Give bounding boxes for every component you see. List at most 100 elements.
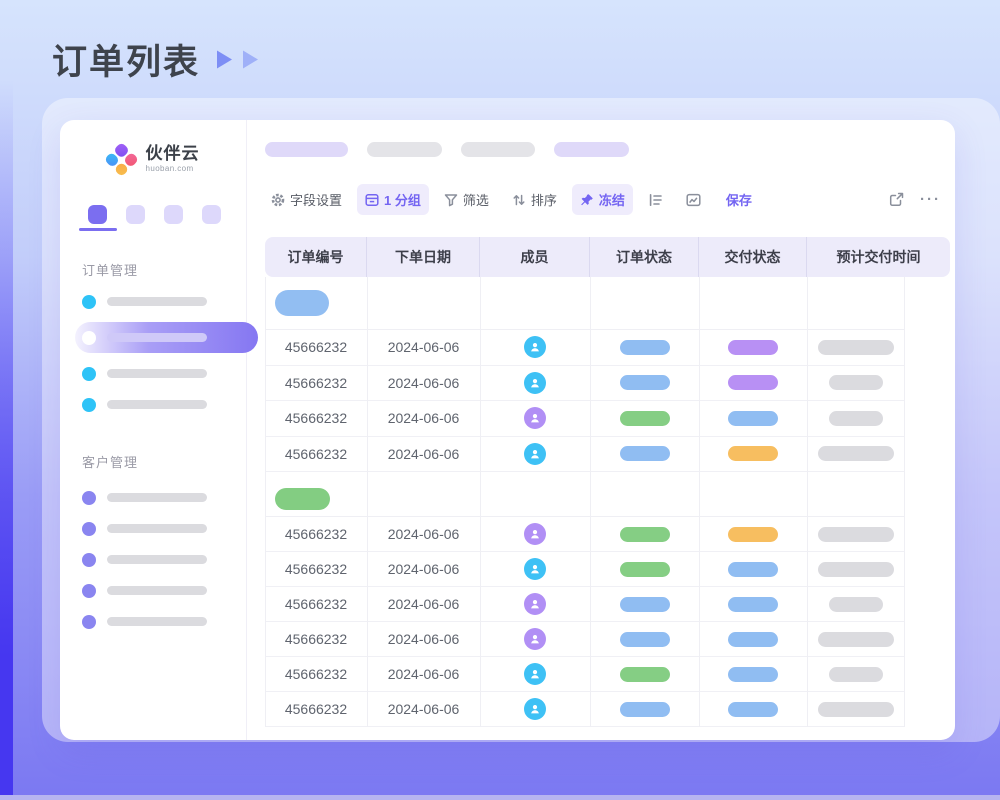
eta-skeleton bbox=[829, 411, 883, 426]
skeleton-text bbox=[107, 617, 207, 626]
column-divider bbox=[904, 277, 905, 727]
table-body: 45666232 2024-06-06 45666232 2024-06-06 bbox=[265, 277, 905, 727]
person-icon bbox=[529, 598, 541, 610]
group-header-row[interactable] bbox=[265, 277, 905, 330]
filter-button[interactable]: 筛选 bbox=[436, 184, 497, 215]
table-row[interactable]: 45666232 2024-06-06 bbox=[265, 401, 905, 437]
order-date-cell: 2024-06-06 bbox=[367, 561, 480, 577]
table-row[interactable]: 45666232 2024-06-06 bbox=[265, 692, 905, 727]
table-row[interactable]: 45666232 2024-06-06 bbox=[265, 587, 905, 622]
bullet-dot bbox=[82, 553, 96, 567]
column-header[interactable]: 成员 bbox=[480, 237, 590, 277]
sidebar-item[interactable] bbox=[60, 575, 246, 606]
column-header[interactable]: 订单编号 bbox=[265, 237, 367, 277]
table-row[interactable]: 45666232 2024-06-06 bbox=[265, 552, 905, 587]
skeleton-text bbox=[107, 369, 207, 378]
table-row[interactable]: 45666232 2024-06-06 bbox=[265, 330, 905, 366]
person-icon bbox=[529, 563, 541, 575]
delivery-status-pill bbox=[728, 375, 778, 390]
person-icon bbox=[529, 412, 541, 424]
more-button[interactable]: ··· bbox=[920, 191, 941, 208]
member-avatar bbox=[524, 628, 546, 650]
column-header[interactable]: 交付状态 bbox=[699, 237, 807, 277]
sidebar-item[interactable] bbox=[60, 513, 246, 544]
delivery-status-pill bbox=[728, 667, 778, 682]
eta-skeleton bbox=[818, 446, 894, 461]
member-avatar bbox=[524, 443, 546, 465]
view-tab[interactable] bbox=[164, 205, 183, 224]
sort-button[interactable]: 排序 bbox=[504, 184, 565, 215]
view-tab[interactable] bbox=[126, 205, 145, 224]
column-header[interactable]: 订单状态 bbox=[590, 237, 699, 277]
skeleton-text bbox=[107, 400, 207, 409]
sidebar-item[interactable] bbox=[60, 389, 246, 420]
main-area: 字段设置 1 分组 筛选 bbox=[247, 120, 955, 740]
order-status-pill bbox=[620, 446, 670, 461]
bullet-dot bbox=[82, 491, 96, 505]
eta-skeleton bbox=[829, 597, 883, 612]
delivery-status-pill bbox=[728, 340, 778, 355]
app-window-card: 伙伴云 huoban.com 订单管理 bbox=[42, 98, 1000, 742]
skeleton-pill bbox=[265, 142, 348, 157]
play-icon bbox=[215, 49, 234, 70]
member-avatar bbox=[524, 407, 546, 429]
field-settings-button[interactable]: 字段设置 bbox=[263, 184, 350, 215]
chart-button[interactable] bbox=[678, 187, 709, 213]
skeleton-pill bbox=[367, 142, 442, 157]
save-button[interactable]: 保存 bbox=[718, 184, 760, 215]
column-divider bbox=[480, 277, 481, 727]
order-date-cell: 2024-06-06 bbox=[367, 666, 480, 682]
column-divider bbox=[265, 277, 266, 727]
order-date-cell: 2024-06-06 bbox=[367, 631, 480, 647]
sidebar-section-orders bbox=[60, 286, 246, 420]
order-no-cell: 45666232 bbox=[265, 596, 367, 612]
sidebar-item[interactable] bbox=[60, 606, 246, 637]
share-icon[interactable] bbox=[889, 192, 904, 207]
order-date-cell: 2024-06-06 bbox=[367, 596, 480, 612]
group-button[interactable]: 1 分组 bbox=[357, 184, 429, 215]
skeleton-text bbox=[107, 493, 207, 502]
sidebar-section-customers bbox=[60, 482, 246, 637]
eta-skeleton bbox=[829, 375, 883, 390]
table-row[interactable]: 45666232 2024-06-06 bbox=[265, 517, 905, 552]
sidebar-item[interactable] bbox=[60, 482, 246, 513]
order-no-cell: 45666232 bbox=[265, 446, 367, 462]
table-header: 订单编号 下单日期 成员 订单状态 交付状态 预计交付时间 bbox=[265, 237, 950, 277]
table-row[interactable]: 45666232 2024-06-06 bbox=[265, 657, 905, 692]
funnel-icon bbox=[444, 193, 458, 207]
breadcrumb-skeleton bbox=[265, 142, 629, 157]
table-row[interactable]: 45666232 2024-06-06 bbox=[265, 366, 905, 402]
sidebar-item[interactable] bbox=[60, 286, 246, 317]
table-row[interactable]: 45666232 2024-06-06 bbox=[265, 622, 905, 657]
person-icon bbox=[529, 633, 541, 645]
order-date-cell: 2024-06-06 bbox=[367, 339, 480, 355]
sidebar-item-selected[interactable] bbox=[75, 322, 258, 353]
row-height-button[interactable] bbox=[640, 187, 671, 213]
column-header[interactable]: 预计交付时间 bbox=[807, 237, 950, 277]
view-tab[interactable] bbox=[88, 205, 107, 224]
skeleton-text bbox=[107, 586, 207, 595]
order-status-pill bbox=[620, 597, 670, 612]
skeleton-text bbox=[107, 333, 207, 342]
delivery-status-pill bbox=[728, 597, 778, 612]
view-tab[interactable] bbox=[202, 205, 221, 224]
column-divider bbox=[590, 277, 591, 727]
bullet-dot bbox=[82, 367, 96, 381]
freeze-button[interactable]: 冻结 bbox=[572, 184, 633, 215]
page-header: 订单列表 bbox=[52, 34, 260, 85]
sidebar-item[interactable] bbox=[60, 544, 246, 575]
person-icon bbox=[529, 377, 541, 389]
order-status-pill bbox=[620, 632, 670, 647]
bullet-dot bbox=[82, 398, 96, 412]
bullet-dot bbox=[82, 295, 96, 309]
brand-logo: 伙伴云 huoban.com bbox=[60, 145, 246, 173]
table-row[interactable]: 45666232 2024-06-06 bbox=[265, 437, 905, 473]
row-height-icon bbox=[648, 193, 663, 207]
sidebar-item[interactable] bbox=[60, 358, 246, 389]
sort-arrows-icon bbox=[512, 193, 526, 207]
skeleton-text bbox=[107, 555, 207, 564]
order-no-cell: 45666232 bbox=[265, 526, 367, 542]
group-header-row[interactable] bbox=[265, 482, 905, 517]
column-header[interactable]: 下单日期 bbox=[367, 237, 480, 277]
background-bottom-strip bbox=[0, 795, 1000, 800]
